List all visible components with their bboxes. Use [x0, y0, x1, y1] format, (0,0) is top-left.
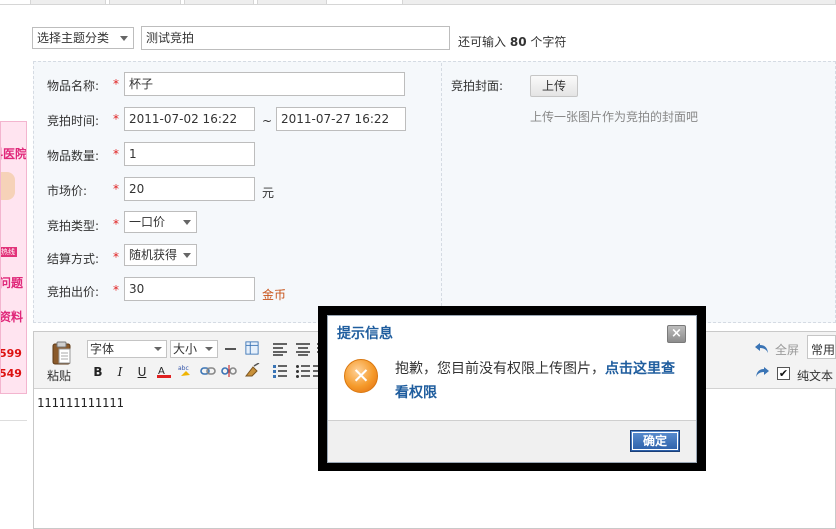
char-hint-count: 80 [509, 35, 527, 49]
required-mark: * [113, 147, 119, 161]
ad-number-1: 599 [0, 347, 22, 360]
ok-button[interactable]: 确定 [630, 430, 680, 452]
category-select-value: 选择主题分类 [37, 31, 110, 45]
chevron-down-icon [183, 220, 191, 225]
dialog-message: 抱歉，您目前没有权限上传图片，点击这里查看权限 [395, 357, 687, 405]
size-select-value: 大小 [173, 342, 198, 356]
auction-type-select[interactable]: 一口价 [124, 211, 197, 233]
market-price-label: 市场价: [47, 184, 88, 198]
ad-text-1: 妇科医院 [1, 147, 27, 161]
paste-icon[interactable] [51, 341, 73, 365]
tab-4[interactable] [257, 0, 327, 5]
auction-type-label: 竞拍类型: [47, 219, 100, 233]
settlement-value: 随机获得 [129, 248, 178, 262]
category-select[interactable]: 选择主题分类 [32, 27, 134, 49]
bid-price-unit: 金币 [262, 288, 287, 302]
close-icon[interactable]: × [667, 325, 686, 343]
ad-number-2: 549 [0, 367, 22, 380]
dialog-message-text: 抱歉，您目前没有权限上传图片， [395, 361, 605, 377]
item-name-label: 物品名称: [47, 79, 100, 93]
market-price-unit: 元 [262, 186, 275, 200]
table-icon[interactable] [244, 341, 260, 355]
chevron-down-icon [154, 347, 162, 351]
plain-text-checkbox[interactable]: ✔ [777, 367, 790, 380]
tab-3[interactable] [184, 0, 254, 5]
ordered-list-icon[interactable] [272, 364, 288, 378]
bold-button[interactable]: B [91, 364, 105, 380]
required-mark: * [113, 77, 119, 91]
left-divider [0, 420, 27, 421]
upload-button[interactable]: 上传 [530, 75, 578, 97]
text-color-icon[interactable]: A [156, 364, 172, 378]
top-tab-strip [0, 0, 836, 5]
underline-button[interactable]: U [135, 364, 149, 380]
unordered-list-icon[interactable] [295, 364, 311, 378]
plain-text-label: 纯文本 [797, 369, 834, 383]
chevron-down-icon [120, 36, 128, 41]
font-select[interactable]: 字体 [87, 340, 167, 358]
required-mark: * [113, 112, 119, 126]
tab-1[interactable] [30, 0, 106, 5]
error-icon: ✕ [344, 359, 378, 393]
required-mark: * [113, 217, 119, 231]
link-icon[interactable] [200, 364, 216, 378]
align-left-icon[interactable] [272, 342, 288, 356]
auction-time-label: 竞拍时间: [47, 114, 100, 128]
dialog-title: 提示信息 [337, 326, 393, 342]
required-mark: * [113, 283, 119, 297]
undo-icon[interactable] [754, 341, 770, 355]
fullscreen-button[interactable]: 全屏 [775, 341, 799, 358]
end-time-input[interactable]: 2011-07-27 16:22 [276, 107, 406, 131]
highlight-icon[interactable]: abc [178, 363, 194, 377]
quantity-label: 物品数量: [47, 149, 100, 163]
char-hint-suffix: 个字符 [530, 35, 567, 49]
font-select-value: 字体 [90, 342, 115, 356]
left-ad-banner[interactable]: 妇科医院 热线 问题 资料 599 549 [0, 121, 27, 394]
editor-content[interactable]: 111111111111 [37, 396, 124, 410]
ad-text-2: 问题 [0, 276, 24, 290]
cover-hint: 上传一张图片作为竞拍的封面吧 [530, 110, 699, 124]
quantity-input[interactable]: 1 [124, 142, 255, 166]
horizontal-rule-icon[interactable] [225, 348, 236, 350]
start-time-input[interactable]: 2011-07-02 16:22 [124, 107, 255, 131]
svg-text:abc: abc [178, 365, 189, 372]
required-mark: * [113, 250, 119, 264]
italic-button[interactable]: I [113, 364, 127, 380]
clear-format-icon[interactable] [244, 363, 260, 377]
item-name-input[interactable]: 杯子 [124, 72, 405, 96]
bid-price-input[interactable]: 30 [124, 277, 255, 301]
size-select[interactable]: 大小 [170, 340, 218, 358]
ad-text-3: 资料 [0, 310, 24, 324]
bid-price-label: 竞拍出价: [47, 285, 100, 299]
tab-2[interactable] [109, 0, 181, 5]
market-price-input[interactable]: 20 [124, 177, 255, 201]
auction-type-value: 一口价 [129, 215, 166, 229]
common-mode-button[interactable]: 常用 [807, 335, 836, 359]
panel-divider [441, 63, 442, 321]
char-hint-prefix: 还可输入 [458, 35, 507, 49]
chevron-down-icon [205, 347, 213, 351]
settlement-select[interactable]: 随机获得 [124, 244, 197, 266]
settlement-label: 结算方式: [47, 252, 100, 266]
align-center-icon[interactable] [295, 342, 311, 356]
title-input[interactable]: 测试竞拍 [141, 26, 450, 50]
paste-button-label[interactable]: 粘贴 [47, 367, 71, 384]
ad-face-image [1, 172, 15, 200]
chevron-down-icon [183, 253, 191, 258]
char-hint: 还可输入 80 个字符 [458, 33, 566, 50]
tab-strip-rest [402, 0, 836, 5]
cover-label: 竞拍封面: [451, 79, 504, 93]
unlink-icon[interactable] [221, 364, 237, 378]
ad-tag: 热线 [1, 247, 17, 257]
time-separator: ~ [262, 114, 273, 128]
required-mark: * [113, 182, 119, 196]
redo-icon[interactable] [754, 365, 770, 379]
